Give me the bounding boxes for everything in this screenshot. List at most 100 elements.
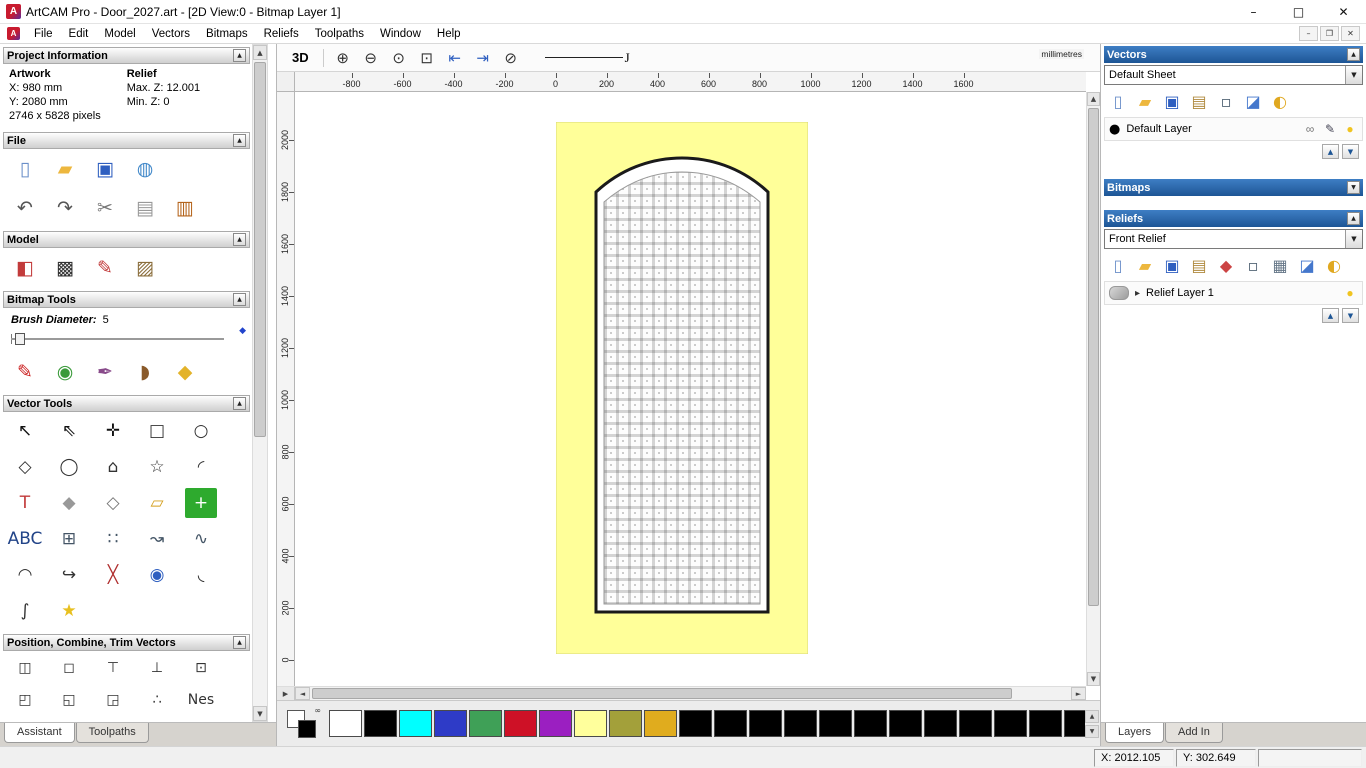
scroll-up-icon[interactable]: ▲ — [1087, 92, 1100, 106]
collapse-icon[interactable]: ▲ — [233, 49, 246, 62]
layer-visibility-icon[interactable]: ● — [1342, 121, 1358, 137]
colour-swatch[interactable] — [854, 710, 887, 737]
export-model-icon[interactable]: ◍ — [129, 154, 161, 184]
new-vector-layer-icon[interactable]: ▫ — [1214, 90, 1238, 114]
expander-icon[interactable]: ▸ — [1135, 288, 1140, 299]
collapse-icon[interactable]: ▲ — [233, 397, 246, 410]
pan-corner-icon[interactable]: ▶ — [277, 687, 295, 700]
zoom-out-icon[interactable]: ⊖ — [359, 47, 383, 69]
create-polyline-icon[interactable]: ◇ — [9, 452, 41, 482]
create-text-icon[interactable]: T — [9, 488, 41, 518]
delete-vector-layer-icon[interactable]: ◪ — [1241, 90, 1265, 114]
colour-swatch[interactable] — [574, 710, 607, 737]
subtract-vectors-icon[interactable]: ◱ — [53, 687, 85, 713]
set-model-size-icon[interactable]: ◧ — [9, 253, 41, 283]
scroll-down-icon[interactable]: ▼ — [1087, 672, 1100, 686]
colour-swatch[interactable] — [644, 710, 677, 737]
canvas-horizontal-scrollbar[interactable]: ▶ ◄ ► — [277, 686, 1086, 700]
offset-vectors-icon[interactable]: ◇ — [97, 488, 129, 518]
tab-assistant[interactable]: Assistant — [4, 723, 75, 743]
draw-pen-icon[interactable]: ✒ — [89, 357, 121, 387]
relief-selector[interactable]: Front Relief ▼ — [1104, 229, 1363, 249]
colour-picker-icon[interactable]: ◗ — [129, 357, 161, 387]
align-top-icon[interactable]: ⊤ — [97, 655, 129, 681]
nesting-icon[interactable]: Nes — [185, 687, 217, 713]
chevron-down-icon[interactable]: ▼ — [1345, 230, 1362, 248]
scatter-copies-icon[interactable]: ∴ — [141, 687, 173, 713]
primary-secondary-colours[interactable]: ∞ — [287, 706, 321, 740]
menu-item[interactable]: Help — [429, 26, 469, 42]
colour-swatch[interactable] — [784, 710, 817, 737]
collapse-icon[interactable]: ▲ — [1347, 212, 1360, 225]
relief-grayscale-icon[interactable]: ▦ — [1268, 254, 1292, 278]
relief-thumbnail[interactable] — [1109, 286, 1129, 300]
create-circle-icon[interactable]: ○ — [185, 416, 217, 446]
menu-item[interactable]: Vectors — [144, 26, 198, 42]
colour-swatch[interactable] — [539, 710, 572, 737]
fillet-icon[interactable]: ◟ — [185, 560, 217, 590]
layer-name[interactable]: Relief Layer 1 — [1146, 287, 1336, 299]
flood-fill-icon[interactable]: ◆ — [169, 357, 201, 387]
move-layer-up-icon[interactable]: ▲ — [1322, 308, 1339, 323]
colour-swatch[interactable] — [749, 710, 782, 737]
colour-swatch[interactable] — [994, 710, 1027, 737]
scrollbar-thumb[interactable] — [254, 62, 266, 437]
align-objects-icon[interactable]: ◻ — [53, 655, 85, 681]
relief-shape-icon[interactable]: ◆ — [1214, 254, 1238, 278]
toggle-all-visibility-icon[interactable]: ◐ — [1268, 90, 1292, 114]
new-relief-layer-icon[interactable]: ▫ — [1241, 254, 1265, 278]
drawing-canvas[interactable] — [295, 92, 1086, 686]
slider-track[interactable] — [11, 338, 224, 340]
layer-edit-icon[interactable]: ✎ — [1322, 121, 1338, 137]
colour-swatch[interactable] — [924, 710, 957, 737]
scrollbar-track[interactable] — [253, 60, 267, 706]
scroll-down-icon[interactable]: ▼ — [1085, 724, 1099, 738]
menu-item[interactable]: Bitmaps — [198, 26, 256, 42]
center-in-page-icon[interactable]: ◫ — [9, 655, 41, 681]
trim-vectors-icon[interactable]: ╳ — [97, 560, 129, 590]
join-vectors-icon[interactable]: ↪ — [53, 560, 85, 590]
palette-scrollbar[interactable]: ▲ ▼ — [1085, 701, 1099, 746]
door-lattice[interactable] — [603, 171, 761, 605]
transform-vectors-icon[interactable]: ✛ — [97, 416, 129, 446]
view-3d-button[interactable]: 3D — [285, 47, 316, 68]
save-relief-icon[interactable]: ▣ — [1160, 254, 1184, 278]
colour-swatch[interactable] — [1029, 710, 1062, 737]
import-relief-icon[interactable]: ▤ — [1187, 254, 1211, 278]
select-vectors-icon[interactable]: ↖ — [9, 416, 41, 446]
scrollbar-thumb[interactable] — [1088, 108, 1099, 607]
colour-swatch[interactable] — [889, 710, 922, 737]
colour-swatch[interactable] — [504, 710, 537, 737]
save-model-icon[interactable]: ▣ — [89, 154, 121, 184]
grid-copy-icon[interactable]: ⊞ — [53, 524, 85, 554]
paste-special-icon[interactable]: + — [185, 488, 217, 518]
menu-item[interactable]: Edit — [61, 26, 97, 42]
create-star-shape-icon[interactable]: ★ — [53, 596, 85, 626]
redo-icon[interactable]: ↷ — [49, 193, 81, 223]
mdi-restore-button[interactable]: ❐ — [1320, 26, 1339, 41]
relief-layer-row[interactable]: ▸ Relief Layer 1 ● — [1104, 281, 1363, 305]
secondary-colour-swatch[interactable] — [298, 719, 316, 738]
paste-icon[interactable]: ▥ — [169, 193, 201, 223]
close-button[interactable]: ✕ — [1321, 0, 1366, 23]
scroll-up-icon[interactable]: ▲ — [253, 45, 267, 60]
interactive-lens-icon[interactable]: ◉ — [141, 560, 173, 590]
new-model-icon[interactable]: ▯ — [9, 154, 41, 184]
layer-colour-swatch[interactable]: ● — [1109, 123, 1120, 136]
scroll-right-icon[interactable]: ► — [1071, 687, 1086, 700]
colour-swatch[interactable] — [329, 710, 362, 737]
create-arc-icon[interactable]: ◜ — [185, 452, 217, 482]
menu-item[interactable]: Model — [96, 26, 143, 42]
slider-thumb[interactable] — [15, 333, 25, 345]
new-relief-icon[interactable]: ▯ — [1106, 254, 1130, 278]
snap-left-icon[interactable]: ⇤ — [443, 47, 467, 69]
import-vectors-icon[interactable]: ▤ — [1187, 90, 1211, 114]
expand-icon[interactable]: ▼ — [1347, 181, 1360, 194]
door-design[interactable] — [556, 122, 808, 654]
zoom-box-icon[interactable]: ⊡ — [415, 47, 439, 69]
colour-swatch[interactable] — [609, 710, 642, 737]
open-model-icon[interactable]: ▰ — [49, 154, 81, 184]
paint-selective-icon[interactable]: ◉ — [49, 357, 81, 387]
zoom-in-icon[interactable]: ⊕ — [331, 47, 355, 69]
brush-diameter-slider[interactable]: ◆ — [11, 326, 246, 348]
